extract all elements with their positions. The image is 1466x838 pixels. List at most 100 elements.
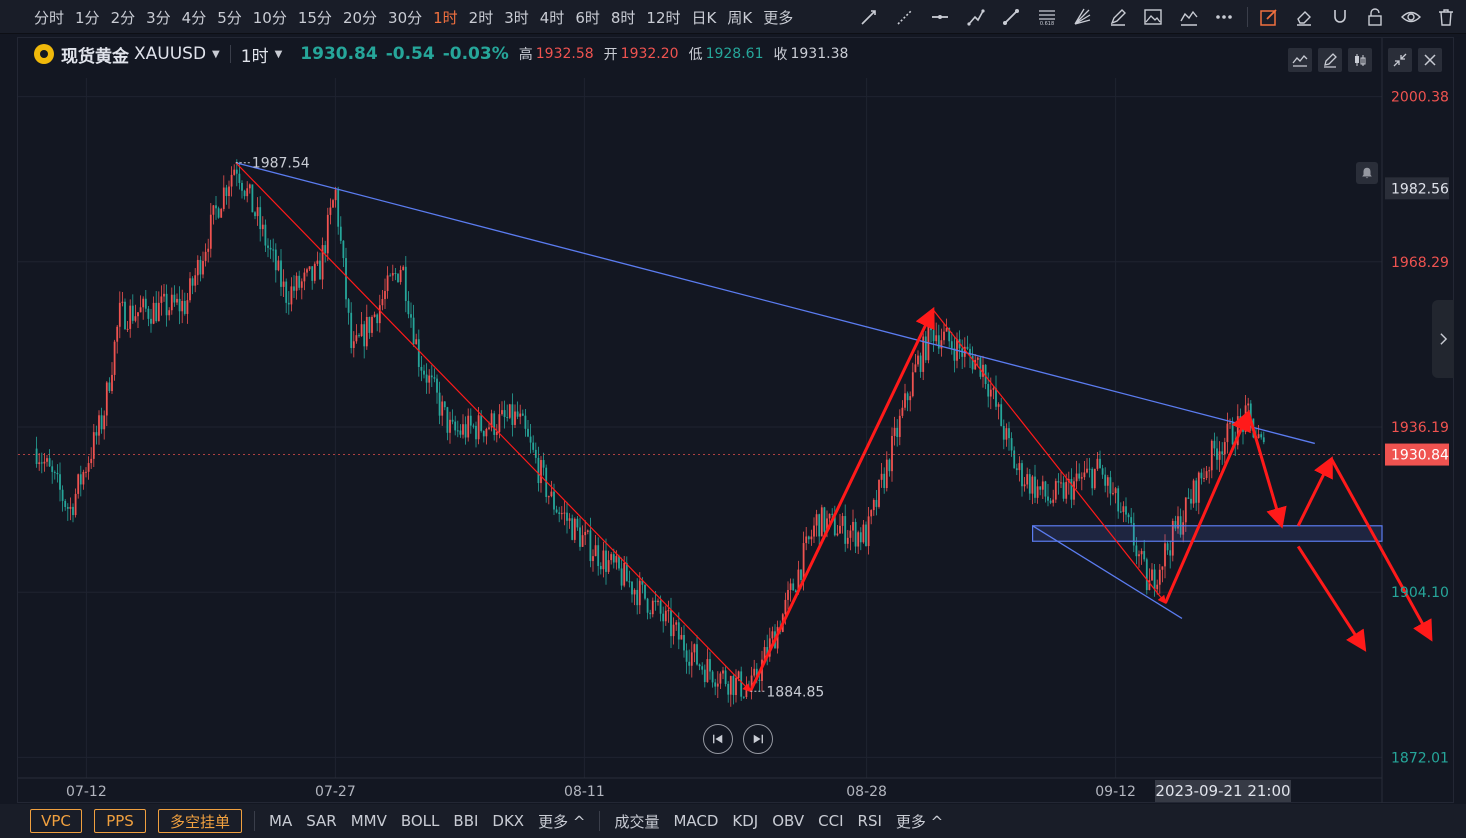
candle-body [329,207,332,215]
candle-body [547,496,550,498]
candle-body [823,507,826,532]
forecast-arrow [1246,412,1287,529]
indicator-cci[interactable]: CCI [818,812,843,830]
candle-body [997,404,1000,407]
candle-body [251,184,254,213]
candle-body [1023,484,1026,487]
candle-body [40,462,43,464]
candle-body [1223,442,1226,455]
candle-body [1203,477,1205,479]
candle-body [222,187,225,209]
candle-body [399,270,402,283]
candle-body [332,200,334,208]
candle-body [298,275,301,288]
candle-body [995,388,997,407]
candle-body [1070,479,1073,500]
candle-body [1000,404,1003,426]
vpc-button[interactable]: VPC [30,809,82,833]
candle-body [53,471,56,473]
candle-body [170,294,173,311]
candle-body [295,275,298,291]
candle-body [347,299,350,313]
candle-body [1091,468,1094,489]
candle-body [1010,438,1013,451]
indicator-volume[interactable]: 成交量 [614,811,659,832]
candle-body [696,644,698,665]
candle-body [709,659,711,672]
candle-body [287,302,290,305]
jump-next-button[interactable] [743,724,773,754]
candle-body [1117,488,1120,512]
indicator-macd[interactable]: MACD [673,812,718,830]
candle-body [573,518,576,540]
time-tick-label: 07-12 [66,784,107,800]
jump-prev-button[interactable] [703,724,733,754]
indicator-dkx[interactable]: DKX [492,812,524,830]
candle-body [423,370,425,375]
expand-panel-chevron-icon[interactable] [1432,300,1454,378]
candle-body [90,458,93,464]
candle-body [493,413,496,435]
candle-body [259,207,262,230]
candle-body [337,189,340,227]
candle-body [885,459,888,489]
candle-body [451,419,454,422]
candle-body [636,589,639,606]
long-short-orders-button[interactable]: 多空挂单 [158,809,242,833]
candle-body [118,302,121,327]
candle-body [319,260,321,280]
candle-body [189,278,191,301]
candle-body [550,491,553,497]
indicator-sub-more[interactable]: 更多 ^ [896,811,943,832]
candle-body [134,316,137,321]
candle-body [610,554,613,561]
bottom-divider [599,811,601,831]
price-tick-label: 1904.10 [1391,585,1449,601]
candle-body [326,214,329,254]
candle-body [815,514,818,526]
candle-body [1145,559,1148,591]
indicator-sar[interactable]: SAR [306,812,336,830]
candle-body [95,432,98,436]
indicator-obv[interactable]: OBV [772,812,804,830]
candle-body [300,281,303,288]
candle-body [516,411,519,417]
candle-body [165,293,168,316]
indicator-main-more[interactable]: 更多 ^ [538,811,585,832]
candle-body [514,411,516,425]
indicator-mmv[interactable]: MMV [351,812,387,830]
candle-body [449,419,451,433]
pps-button[interactable]: PPS [94,809,146,833]
candle-body [225,187,228,197]
candle-body [521,413,524,416]
candle-body [943,331,945,341]
indicator-kdj[interactable]: KDJ [732,812,758,830]
candle-body [1213,440,1216,449]
indicator-rsi[interactable]: RSI [858,812,882,830]
candle-body [888,459,891,472]
candle-body [59,474,61,490]
candle-body [1151,569,1153,581]
candle-body [693,644,696,653]
candle-body [113,341,116,375]
candle-body [1065,482,1068,499]
candle-body [1218,451,1221,460]
candle-body [1260,434,1263,438]
candle-body [116,326,119,342]
price-alert-bell-icon[interactable] [1356,162,1378,184]
candle-body [402,266,405,271]
candle-body [1093,468,1096,489]
candle-body [103,415,106,430]
time-tick-label: 07-27 [315,784,356,800]
candle-body [914,364,917,373]
candle-body [212,205,215,215]
candle-body [1075,473,1078,482]
price-chart[interactable]: 1987.54 1884.85 2000.38 1968.29 1936.19 1904… [0,0,1466,838]
indicator-bbi[interactable]: BBI [453,812,478,830]
candle-body [1140,551,1143,555]
indicator-ma[interactable]: MA [269,812,292,830]
candle-body [982,364,984,377]
candle-body [852,521,854,531]
indicator-boll[interactable]: BOLL [401,812,440,830]
candle-body [334,189,337,201]
